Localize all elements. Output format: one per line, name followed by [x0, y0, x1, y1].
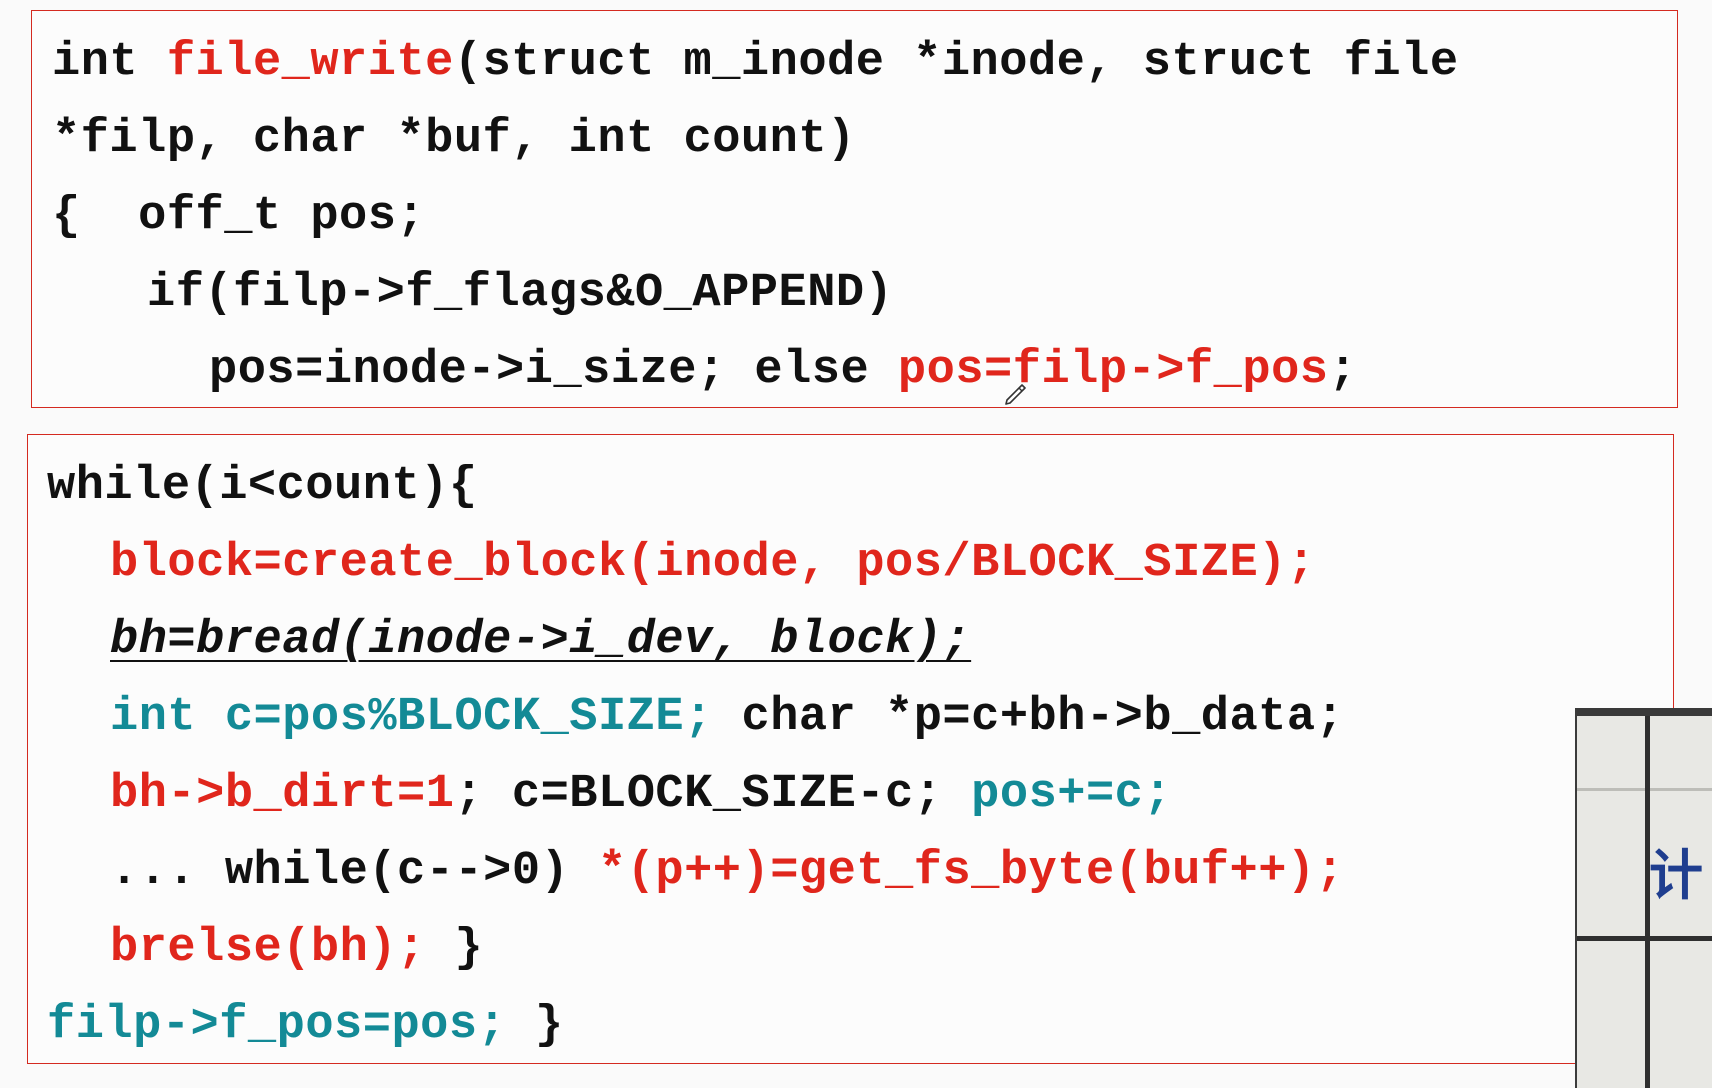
- code-line-bread-wrap: bh=bread(inode->i_dev, block);: [110, 613, 971, 669]
- code-inner-while: ... while(c-->0): [110, 845, 598, 898]
- code-line-copy-loop: ... while(c-->0) *(p++)=get_fs_byte(buf+…: [110, 844, 1344, 900]
- code-dirt-flag: bh->b_dirt=1: [110, 768, 455, 821]
- code-line-final-pos: filp->f_pos=pos; }: [47, 998, 564, 1054]
- code-pos-isize: pos=inode->i_size; else: [209, 344, 898, 397]
- code-keyword-int: int: [52, 36, 167, 89]
- code-line-signature: int file_write(struct m_inode *inode, st…: [52, 35, 1459, 91]
- webcam-inset: 计: [1575, 708, 1712, 1088]
- code-line-if-append: if(filp->f_flags&O_APPEND): [147, 267, 894, 320]
- code-function-name: file_write: [166, 36, 454, 89]
- code-line-bread: bh=bread(inode->i_dev, block);: [110, 614, 972, 667]
- code-semicolon: ;: [1328, 344, 1358, 397]
- code-box-write-loop: while(i<count){ block=create_block(inode…: [27, 434, 1674, 1064]
- webcam-tile-seam-horizontal: [1577, 936, 1712, 941]
- code-c-update: ; c=BLOCK_SIZE-c;: [454, 768, 972, 821]
- code-line-dirt: bh->b_dirt=1; c=BLOCK_SIZE-c; pos+=c;: [110, 767, 1172, 823]
- code-func-close-brace: }: [506, 999, 564, 1052]
- code-box-function-header: int file_write(struct m_inode *inode, st…: [31, 10, 1678, 408]
- code-pos-fpos: pos=filp->f_pos: [897, 344, 1329, 397]
- code-line-pos-assign: pos=inode->i_size; else pos=filp->f_pos;: [209, 343, 1357, 399]
- code-pos-update: pos+=c;: [971, 768, 1173, 821]
- code-line-brelse: brelse(bh); }: [110, 921, 483, 977]
- code-close-brace: }: [425, 922, 484, 975]
- code-line-params-cont: *filp, char *buf, int count): [52, 113, 856, 166]
- code-get-fs-byte: *(p++)=get_fs_byte(buf++);: [597, 845, 1345, 898]
- code-line-offset: int c=pos%BLOCK_SIZE; char *p=c+bh->b_da…: [110, 690, 1344, 746]
- code-offset-calc: int c=pos%BLOCK_SIZE;: [110, 691, 713, 744]
- code-fpos-assign: filp->f_pos=pos;: [47, 999, 507, 1052]
- code-line-decl-pos: { off_t pos;: [52, 190, 426, 243]
- webcam-sign-char: 计: [1649, 844, 1703, 907]
- pen-cursor-icon: [1005, 384, 1026, 405]
- webcam-top-edge: [1577, 708, 1712, 716]
- code-brelse-call: brelse(bh);: [110, 922, 426, 975]
- code-line-while: while(i<count){: [47, 460, 478, 513]
- code-line-create-block: block=create_block(inode, pos/BLOCK_SIZE…: [110, 537, 1316, 590]
- code-params: (struct m_inode *inode, struct file: [453, 36, 1459, 89]
- code-pointer-calc: char *p=c+bh->b_data;: [712, 691, 1345, 744]
